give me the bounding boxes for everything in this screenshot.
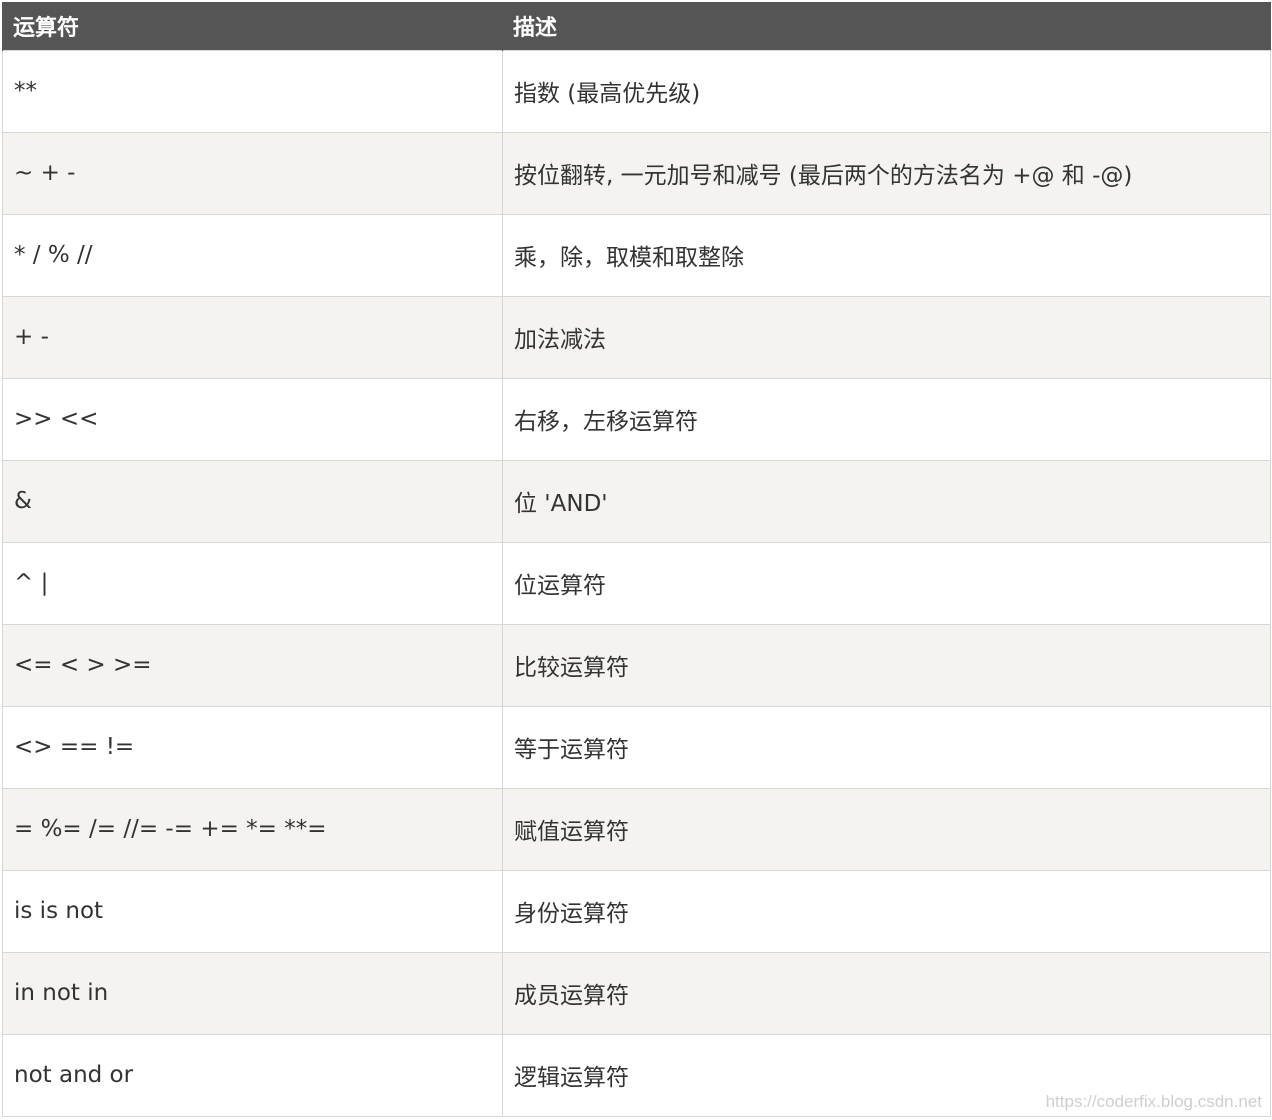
table-row: <= < > >= 比较运算符	[2, 623, 1271, 707]
operator-cell: **	[2, 49, 503, 133]
table-row: & 位 'AND'	[2, 459, 1271, 543]
table-row: = %= /= //= -= += *= **= 赋值运算符	[2, 787, 1271, 871]
description-cell: 等于运算符	[502, 705, 1271, 789]
table-row: in not in 成员运算符	[2, 951, 1271, 1035]
description-cell: 位运算符	[502, 541, 1271, 625]
table-body: ** 指数 (最高优先级) ~ + - 按位翻转, 一元加号和减号 (最后两个的…	[2, 49, 1271, 1117]
description-cell: 加法减法	[502, 295, 1271, 379]
description-cell: 位 'AND'	[502, 459, 1271, 543]
header-description: 描述	[502, 2, 1271, 50]
table-row: <> == != 等于运算符	[2, 705, 1271, 789]
operator-cell: ~ + -	[2, 131, 503, 215]
operator-cell: not and or	[2, 1033, 503, 1117]
table-row: ^ | 位运算符	[2, 541, 1271, 625]
table-row: is is not 身份运算符	[2, 869, 1271, 953]
description-cell: 赋值运算符	[502, 787, 1271, 871]
operator-cell: is is not	[2, 869, 503, 953]
operator-cell: = %= /= //= -= += *= **=	[2, 787, 503, 871]
description-cell: 身份运算符	[502, 869, 1271, 953]
header-operator: 运算符	[2, 2, 503, 50]
description-cell: 乘，除，取模和取整除	[502, 213, 1271, 297]
operator-cell: ^ |	[2, 541, 503, 625]
description-cell: 比较运算符	[502, 623, 1271, 707]
table-row: + - 加法减法	[2, 295, 1271, 379]
table-row: ~ + - 按位翻转, 一元加号和减号 (最后两个的方法名为 +@ 和 -@)	[2, 131, 1271, 215]
operator-cell: <> == !=	[2, 705, 503, 789]
header-row: 运算符 描述	[2, 2, 1271, 50]
operator-cell: * / % //	[2, 213, 503, 297]
description-cell: 成员运算符	[502, 951, 1271, 1035]
table-row: >> << 右移，左移运算符	[2, 377, 1271, 461]
description-cell: 指数 (最高优先级)	[502, 49, 1271, 133]
table-row: ** 指数 (最高优先级)	[2, 49, 1271, 133]
table-header: 运算符 描述	[2, 2, 1271, 50]
watermark: https://coderfix.blog.csdn.net	[1045, 1092, 1262, 1111]
operator-cell: >> <<	[2, 377, 503, 461]
page: 运算符 描述 ** 指数 (最高优先级) ~ + - 按位翻转, 一元加号和减号…	[0, 0, 1272, 1120]
operator-cell: in not in	[2, 951, 503, 1035]
operator-cell: + -	[2, 295, 503, 379]
operator-precedence-table: 运算符 描述 ** 指数 (最高优先级) ~ + - 按位翻转, 一元加号和减号…	[2, 2, 1271, 1117]
table-row: * / % // 乘，除，取模和取整除	[2, 213, 1271, 297]
operator-cell: <= < > >=	[2, 623, 503, 707]
description-cell: 右移，左移运算符	[502, 377, 1271, 461]
description-cell: 按位翻转, 一元加号和减号 (最后两个的方法名为 +@ 和 -@)	[502, 131, 1271, 215]
operator-cell: &	[2, 459, 503, 543]
